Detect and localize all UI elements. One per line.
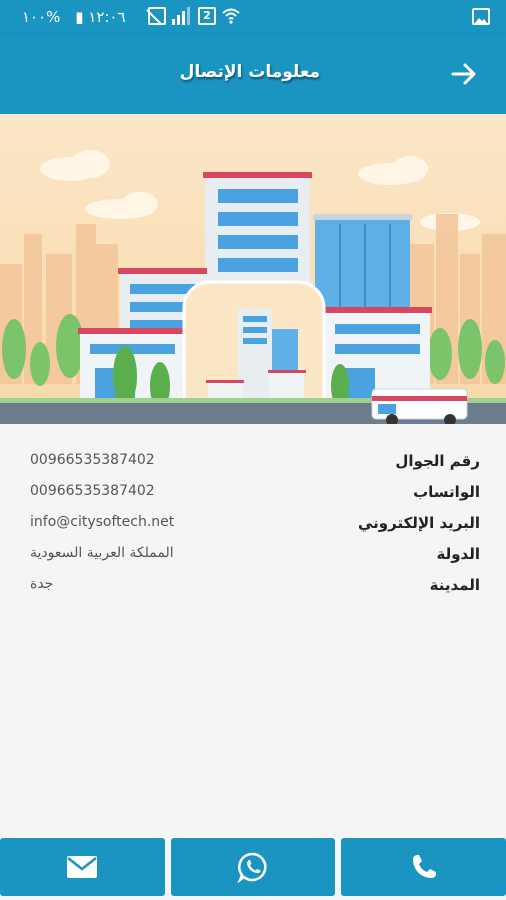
status-bar: ١٢:٠٦ ▮ %١٠٠ 2 <box>0 0 506 34</box>
hospital-illustration <box>0 114 506 424</box>
no-sim-icon <box>146 7 166 25</box>
mail-icon <box>67 856 98 878</box>
mobile-value[interactable]: 00966535387402 <box>30 452 155 468</box>
status-clock: ١٢:٠٦ <box>88 8 126 26</box>
gallery-icon <box>472 8 490 25</box>
whatsapp-value[interactable]: 00966535387402 <box>30 483 155 499</box>
email-button[interactable] <box>0 838 165 896</box>
info-row-whatsapp: الواتساب 00966535387402 <box>0 483 506 514</box>
city-label: المدينة <box>429 576 480 594</box>
mobile-label: رقم الجوال <box>395 452 480 470</box>
sim-2-icon: 2 <box>198 7 216 25</box>
status-time: ١٢:٠٦ ▮ %١٠٠ <box>22 8 126 26</box>
country-label: الدولة <box>436 545 481 563</box>
arrow-right-icon <box>451 63 476 85</box>
whatsapp-button[interactable] <box>170 838 336 896</box>
app-bar: معلومات الإتصال <box>0 34 506 114</box>
page-title: معلومات الإتصال <box>179 62 320 82</box>
email-value[interactable]: info@citysoftech.net <box>30 514 174 530</box>
city-value: جدة <box>30 576 54 592</box>
whatsapp-label: الواتساب <box>413 483 480 501</box>
call-button[interactable] <box>341 838 506 896</box>
info-row-email: البريد الإلكتروني info@citysoftech.net <box>0 514 506 545</box>
info-row-country: الدولة المملكة العربية السعودية <box>0 545 506 576</box>
back-button[interactable] <box>446 56 482 92</box>
country-value: المملكة العربية السعودية <box>30 545 174 561</box>
battery-percent: %١٠٠ <box>22 8 61 26</box>
bottom-action-bar <box>0 838 506 896</box>
status-icons: 2 <box>146 7 240 25</box>
contact-info-list: رقم الجوال 00966535387402 الواتساب 00966… <box>0 452 506 607</box>
email-label: البريد الإلكتروني <box>358 514 480 532</box>
signal-icon <box>172 7 192 25</box>
info-row-mobile: رقم الجوال 00966535387402 <box>0 452 506 483</box>
info-row-city: المدينة جدة <box>0 576 506 607</box>
whatsapp-icon <box>237 852 267 883</box>
phone-icon <box>412 855 436 878</box>
wifi-icon <box>222 7 240 25</box>
